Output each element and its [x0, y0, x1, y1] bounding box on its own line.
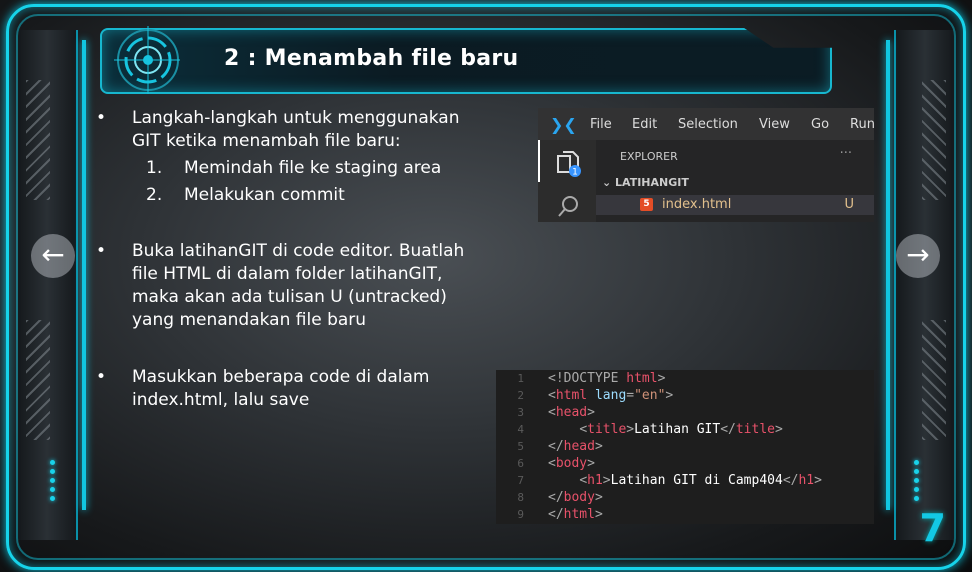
line-number: 7: [517, 474, 524, 487]
menu-edit[interactable]: Edit: [632, 117, 657, 132]
code-line: <title>Latihan GIT</title>: [579, 422, 783, 437]
bullet-line: Buka latihanGIT di code editor. Buatlah: [132, 241, 465, 261]
bullet-line: maka akan ada tulisan U (untracked): [132, 287, 447, 307]
next-slide-button[interactable]: →: [896, 234, 940, 278]
bullet-intro: • Langkah-langkah untuk menggunakan GIT …: [96, 107, 460, 153]
folder-name: LATIHANGIT: [615, 176, 689, 189]
bullet-line: yang menandakan file baru: [132, 310, 367, 330]
menu-run[interactable]: Run: [850, 117, 875, 132]
slide-title: 2 : Menambah file baru: [224, 46, 519, 71]
line-number: 4: [517, 423, 524, 436]
explorer-icon[interactable]: 1: [554, 150, 582, 178]
code-line: <!DOCTYPE html>: [548, 371, 666, 386]
menu-selection[interactable]: Selection: [678, 117, 738, 132]
bullet-line: file HTML di dalam folder latihanGIT,: [132, 264, 443, 284]
step-number: 1.: [146, 158, 163, 178]
bullet-dot: •: [96, 108, 107, 128]
line-number: 2: [517, 389, 524, 402]
code-line: </head>: [548, 439, 603, 454]
activity-bar: 1: [538, 140, 596, 222]
bullet-line: Langkah-langkah untuk menggunakan: [132, 108, 460, 128]
bullet-dot: •: [96, 367, 107, 387]
file-item[interactable]: 5 index.html U: [596, 195, 874, 215]
vscode-screenshot: ❯❮ File Edit Selection View Go Run 1 EXP…: [538, 108, 875, 222]
code-editor-screenshot: 1 2 3 4 5 6 7 8 9 <!DOCTYPE html> <html …: [496, 370, 874, 524]
line-number: 6: [517, 457, 524, 470]
code-line: <html lang="en">: [548, 388, 674, 403]
page-number: 7: [919, 506, 946, 550]
line-number: 8: [517, 491, 524, 504]
line-number: 5: [517, 440, 524, 453]
title-banner: 2 : Menambah file baru: [100, 24, 840, 96]
slide: 2 : Menambah file baru • Langkah-langkah…: [0, 0, 972, 572]
vscode-logo-icon: ❯❮: [550, 115, 577, 134]
bullet-line: index.html, lalu save: [132, 390, 310, 410]
line-number: 9: [517, 508, 524, 521]
step-text: Melakukan commit: [184, 185, 345, 205]
more-actions-icon[interactable]: ···: [840, 146, 852, 161]
prev-slide-button[interactable]: ←: [31, 234, 75, 278]
line-number: 3: [517, 406, 524, 419]
line-number: 1: [517, 372, 524, 385]
code-line: <body>: [548, 456, 595, 471]
menu-view[interactable]: View: [759, 117, 790, 132]
chevron-down-icon: ⌄: [602, 176, 616, 189]
vscode-menubar: ❯❮ File Edit Selection View Go Run: [538, 108, 875, 140]
menu-go[interactable]: Go: [811, 117, 829, 132]
folder-item[interactable]: ⌄ LATIHANGIT: [602, 176, 689, 189]
bullet-line: Masukkan beberapa code di dalam: [132, 367, 430, 387]
code-line: <head>: [548, 405, 595, 420]
bullet-add-code: • Masukkan beberapa code di dalam index.…: [96, 366, 430, 412]
code-line: </body>: [548, 490, 603, 505]
active-indicator: [538, 140, 540, 182]
bullet-open-editor: • Buka latihanGIT di code editor. Buatla…: [96, 240, 465, 332]
menu-file[interactable]: File: [590, 117, 612, 132]
step-item: 1. Memindah file ke staging area: [146, 155, 441, 182]
step-item: 2. Melakukan commit: [146, 182, 441, 209]
explorer-panel: EXPLORER ··· ⌄ LATIHANGIT 5 index.html U: [596, 140, 874, 222]
explorer-label: EXPLORER: [620, 150, 678, 163]
code-line: </html>: [548, 507, 603, 522]
steps-list: 1. Memindah file ke staging area 2. Melaku…: [146, 155, 441, 209]
bullet-dot: •: [96, 241, 107, 261]
html5-icon: 5: [640, 198, 653, 211]
step-text: Memindah file ke staging area: [184, 158, 442, 178]
step-number: 2.: [146, 185, 163, 205]
untracked-status: U: [844, 197, 854, 212]
target-emblem-icon: [114, 26, 180, 94]
code-line: <h1>Latihan GIT di Camp404</h1>: [579, 473, 822, 488]
bullet-line: GIT ketika menambah file baru:: [132, 131, 401, 151]
changes-badge: 1: [572, 168, 578, 178]
file-name: index.html: [662, 197, 732, 212]
search-icon[interactable]: [556, 194, 582, 220]
